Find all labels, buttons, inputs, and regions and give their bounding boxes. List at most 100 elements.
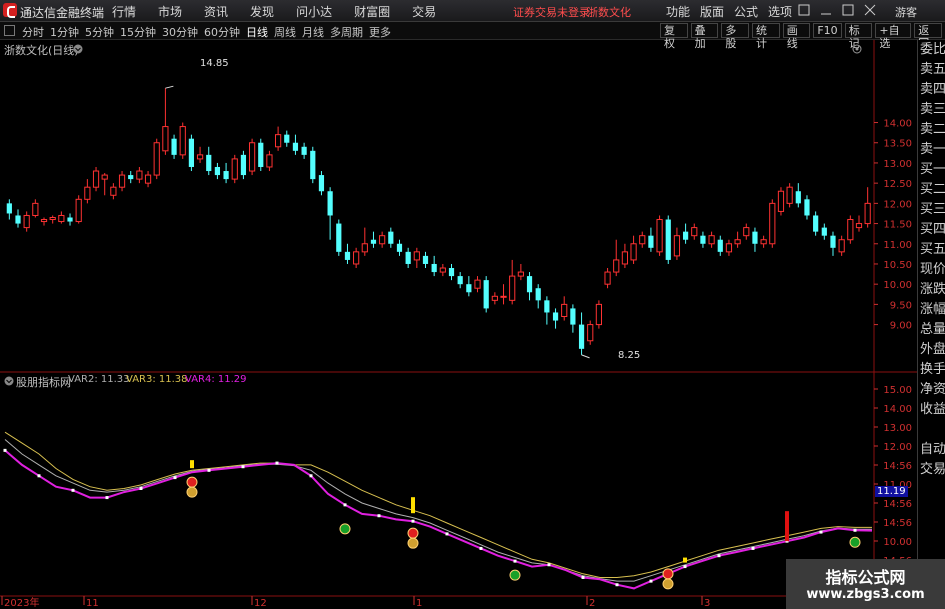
indicator-tick-label: 12.00 <box>883 442 912 453</box>
candle-body-down <box>682 231 689 240</box>
tool-mark-button[interactable]: 标记 <box>844 23 873 50</box>
main-menu: 行情 市场 资讯 发现 问小达 财富圈 交易 <box>112 3 458 20</box>
tool-stats-button[interactable]: 统计 <box>752 23 780 50</box>
tool-add-favorite-button[interactable]: +自选 <box>875 23 912 50</box>
candle-body-down <box>128 175 134 180</box>
menu-item-layout[interactable]: 版面 <box>700 3 724 20</box>
minimize-icon[interactable] <box>819 3 833 17</box>
quote-item-spacer <box>918 420 945 440</box>
candle-body-down <box>535 288 541 301</box>
tool-overlay-button[interactable]: 叠加 <box>690 23 719 50</box>
signal-coin <box>186 476 198 488</box>
close-icon[interactable] <box>863 3 877 17</box>
quote-item-trade[interactable]: 交易 <box>918 460 945 480</box>
chevron-down-icon[interactable] <box>4 376 14 386</box>
date-label: 1 <box>416 598 422 609</box>
tool-draw-button[interactable]: 画线 <box>782 23 811 50</box>
menu-item-news[interactable]: 资讯 <box>204 3 228 20</box>
quote-item-ask2: 卖二 <box>920 122 945 137</box>
menu-item-discover[interactable]: 发现 <box>250 3 274 20</box>
menu-item-wealth[interactable]: 财富圈 <box>354 3 390 20</box>
maximize-icon[interactable] <box>841 3 855 17</box>
expand-icon[interactable] <box>797 3 811 17</box>
period-tab-intraday[interactable]: 分时 <box>22 24 44 40</box>
candle-body-down <box>813 215 819 232</box>
candle-body-up <box>32 202 39 216</box>
sidebar-toggle-icon[interactable] <box>4 25 15 36</box>
candle-body-up <box>743 227 750 237</box>
var4-point <box>445 532 449 536</box>
menu-item-market[interactable]: 市场 <box>158 3 182 20</box>
indicator-tick-label: 14:56 <box>883 518 912 529</box>
candle-body-up <box>379 235 386 245</box>
period-tab-weekly[interactable]: 周线 <box>274 24 296 40</box>
price-tick-label: 10.50 <box>883 260 912 271</box>
menu-item-trade[interactable]: 交易 <box>412 3 436 20</box>
candle-body-down <box>717 239 723 252</box>
candle-body-down <box>752 231 758 244</box>
kline-chart[interactable]: 14.00 13.50 13.00 12.50 12.00 11.50 11.00 10.50… <box>0 40 917 609</box>
var4-point <box>105 496 109 500</box>
trade-login-status[interactable]: 证券交易未登录 <box>513 4 590 20</box>
candle-body-down <box>67 217 73 222</box>
candle-body-down <box>700 235 706 244</box>
period-tab-more[interactable]: 更多 <box>369 24 391 40</box>
price-tick-label: 10.00 <box>883 280 912 291</box>
period-tab-multi[interactable]: 多周期 <box>330 24 363 40</box>
candle-body-up <box>621 251 629 265</box>
right-menu: 功能 版面 公式 选项 <box>666 3 802 20</box>
period-tab-30min[interactable]: 30分钟 <box>162 24 198 40</box>
date-label: 3 <box>704 598 710 609</box>
menu-item-options[interactable]: 选项 <box>768 3 792 20</box>
candle-body-up <box>847 219 854 241</box>
candle-body-up <box>838 239 845 253</box>
settings-gear-icon[interactable] <box>852 44 862 54</box>
menu-bar: 通达信金融终端 行情 市场 资讯 发现 问小达 财富圈 交易 证券交易未登录 浙… <box>0 0 945 22</box>
candle-body-up <box>153 142 160 176</box>
quote-item-bid-ratio: 委比 <box>920 42 945 57</box>
var4-point <box>3 448 7 452</box>
var2-label: VAR2: 11.33 <box>68 374 130 385</box>
indicator-title: 股朋指标网 <box>16 376 71 389</box>
var4-point <box>377 514 381 518</box>
var4-point <box>71 488 75 492</box>
quote-item-price: 现价 <box>920 262 945 277</box>
indicator-tick-label: 14:56 <box>883 499 912 510</box>
menu-item-quotes[interactable]: 行情 <box>112 3 136 20</box>
candle-body-down <box>448 268 455 277</box>
candle-body-up <box>639 235 646 245</box>
period-tab-5min[interactable]: 5分钟 <box>85 24 114 40</box>
menu-item-function[interactable]: 功能 <box>666 3 690 20</box>
var4-point <box>173 476 177 480</box>
menu-item-ask[interactable]: 问小达 <box>296 3 332 20</box>
candle-body-down <box>830 235 836 248</box>
var4-point <box>615 583 619 587</box>
signal-coin <box>662 578 674 590</box>
candle-body-up <box>353 251 360 265</box>
candle-body-down <box>171 138 177 155</box>
quote-item-bid1: 买一 <box>920 162 945 177</box>
period-tab-1min[interactable]: 1分钟 <box>50 24 79 40</box>
guest-user[interactable]: 游客 <box>895 4 917 20</box>
signal-coin <box>509 569 521 581</box>
tool-f10-button[interactable]: F10 <box>813 23 842 38</box>
menu-item-formula[interactable]: 公式 <box>734 3 758 20</box>
period-tab-15min[interactable]: 15分钟 <box>120 24 156 40</box>
tool-multi-stock-button[interactable]: 多股 <box>721 23 750 50</box>
candle-body-down <box>370 239 377 244</box>
period-tab-daily[interactable]: 日线 <box>246 24 268 40</box>
main-chart-title: 浙数文化(日线) <box>4 44 79 57</box>
low-marker <box>581 354 590 359</box>
quote-item-auto[interactable]: 自动 <box>918 440 945 460</box>
tool-back-button[interactable]: 返回 <box>914 23 942 50</box>
var4-point <box>717 554 721 558</box>
var4-point <box>275 461 279 465</box>
var4-point <box>139 487 143 490</box>
candle-body-down <box>578 324 585 349</box>
period-tab-60min[interactable]: 60分钟 <box>204 24 240 40</box>
chevron-down-icon[interactable] <box>73 44 83 54</box>
tool-adjust-button[interactable]: 复权 <box>660 23 688 50</box>
period-tab-monthly[interactable]: 月线 <box>302 24 324 40</box>
current-stock-name: 浙数文化 <box>587 6 631 19</box>
low-price-label: 8.25 <box>618 350 641 361</box>
